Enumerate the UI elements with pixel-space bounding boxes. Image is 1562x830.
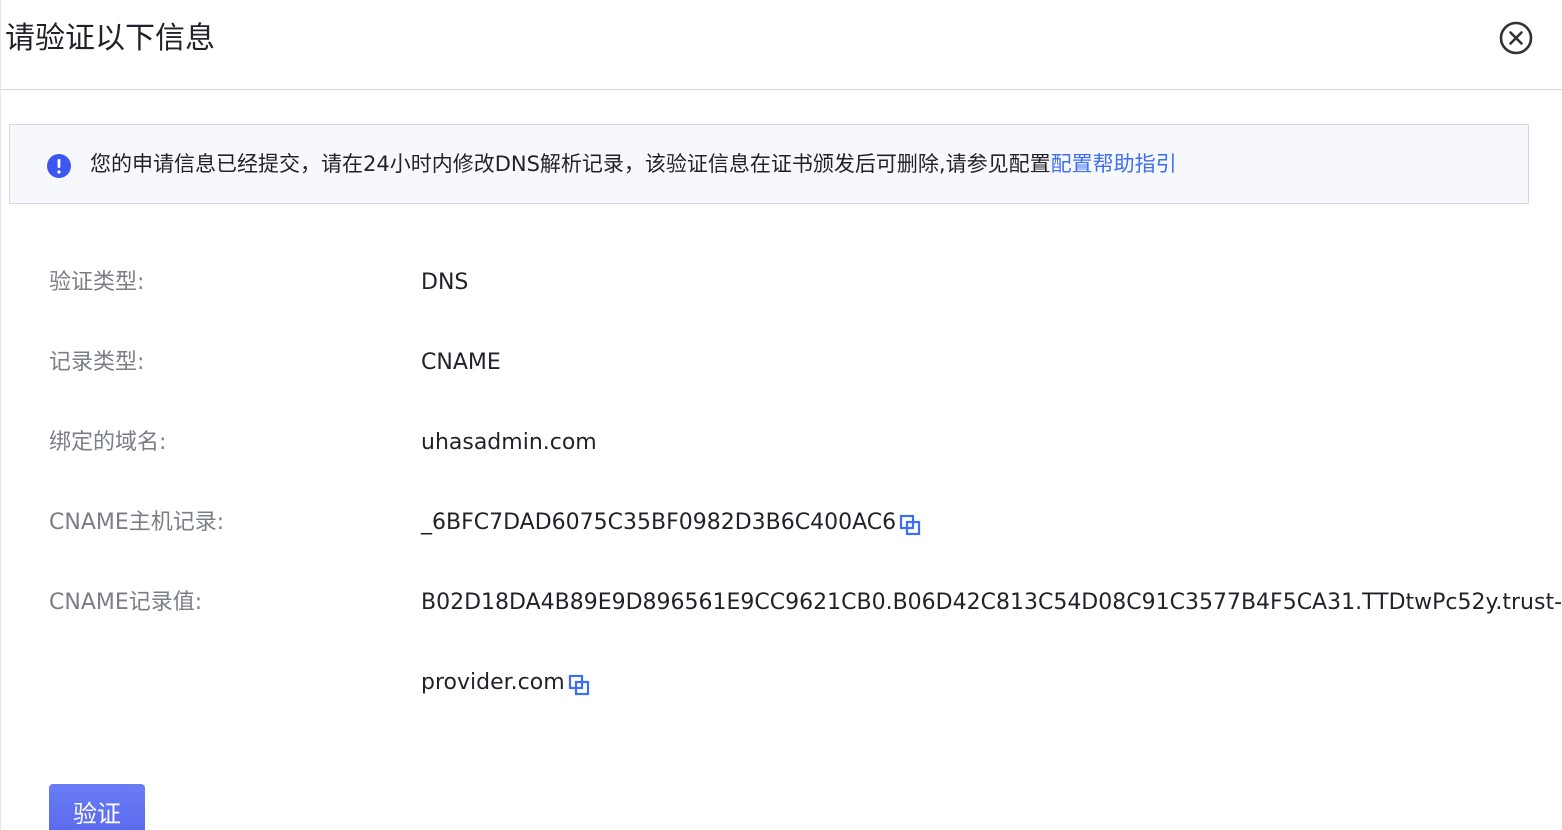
notice-message: 您的申请信息已经提交，请在24小时内修改DNS解析记录，该验证信息在证书颁发后可… (90, 145, 1177, 183)
verify-type-value: DNS (421, 270, 469, 295)
close-circle-icon (1499, 21, 1533, 55)
copy-icon (568, 674, 589, 696)
copy-cname-host-button[interactable] (898, 511, 922, 536)
info-notice: 您的申请信息已经提交，请在24小时内修改DNS解析记录，该验证信息在证书颁发后可… (9, 124, 1529, 204)
verify-dialog: 请验证以下信息 您的申请信息已经提交，请在24小时内修改DNS解析记录，该验证信… (0, 0, 1562, 830)
dialog-header: 请验证以下信息 (1, 0, 1562, 90)
cname-host-value: _6BFC7DAD6075C35BF0982D3B6C400AC6 (421, 510, 897, 535)
domain-label: 绑定的域名: (49, 430, 167, 455)
record-type-value: CNAME (421, 350, 501, 375)
cname-value-line2-wrap: provider.com (421, 663, 591, 703)
copy-cname-value-button[interactable] (567, 671, 591, 696)
row-cname-value: CNAME记录值: B02D18DA4B89E9D896561E9CC9621C… (1, 583, 1562, 623)
close-button[interactable] (1499, 21, 1533, 55)
notice-text: 您的申请信息已经提交，请在24小时内修改DNS解析记录，该验证信息在证书颁发后可… (90, 152, 1051, 176)
cname-value-line2: provider.com (421, 670, 565, 695)
row-domain: 绑定的域名: uhasadmin.com (1, 423, 1562, 463)
cname-host-value-wrap: _6BFC7DAD6075C35BF0982D3B6C400AC6 (421, 503, 922, 543)
cname-host-label: CNAME主机记录: (49, 510, 225, 535)
verify-type-label: 验证类型: (49, 270, 145, 295)
dialog-title: 请验证以下信息 (5, 21, 215, 56)
row-record-type: 记录类型: CNAME (1, 343, 1562, 383)
config-help-link[interactable]: 配置帮助指引 (1051, 152, 1177, 176)
row-verify-type: 验证类型: DNS (1, 263, 1562, 303)
row-cname-host: CNAME主机记录: _6BFC7DAD6075C35BF0982D3B6C40… (1, 503, 1562, 543)
copy-icon (900, 514, 921, 536)
record-type-label: 记录类型: (49, 350, 145, 375)
info-circle-icon (47, 154, 71, 178)
domain-value: uhasadmin.com (421, 430, 597, 455)
cname-value-line1: B02D18DA4B89E9D896561E9CC9621CB0.B06D42C… (421, 590, 1562, 615)
cname-value-label: CNAME记录值: (49, 590, 203, 615)
verify-button[interactable]: 验证 (49, 784, 145, 830)
row-cname-value-cont: provider.com (1, 663, 1562, 703)
